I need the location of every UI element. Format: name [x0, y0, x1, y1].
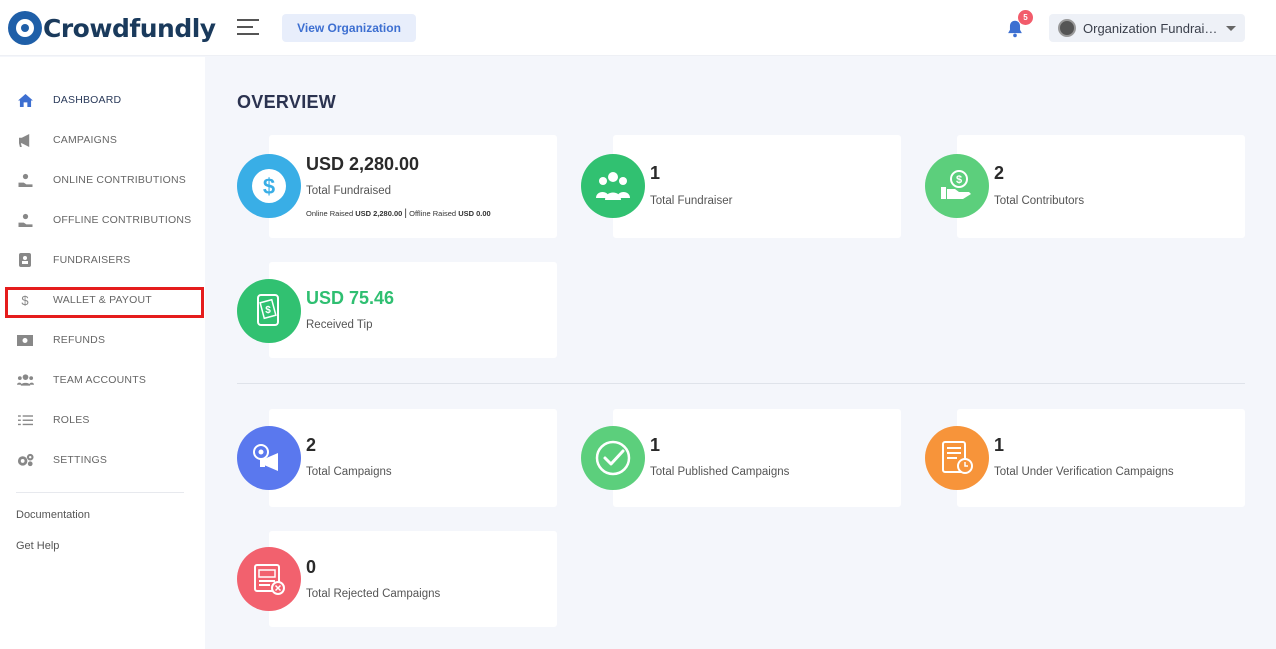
hand-coin-icon	[16, 172, 34, 188]
sidebar-item-roles[interactable]: ROLES	[16, 410, 89, 430]
svg-text:$: $	[265, 305, 271, 316]
organization-avatar	[1058, 19, 1076, 37]
contact-card-icon	[16, 252, 34, 268]
sidebar-item-label: ONLINE CONTRIBUTIONS	[53, 174, 186, 186]
total-fundraised-label: Total Fundraised	[306, 185, 392, 197]
cogs-icon	[16, 452, 34, 468]
received-tip-value: USD 75.46	[306, 288, 395, 308]
sidebar-item-label: FUNDRAISERS	[53, 254, 131, 266]
total-contributors-value: 2	[994, 163, 1005, 183]
megaphone-target-icon	[237, 426, 301, 490]
sidebar-item-refunds[interactable]: REFUNDS	[16, 330, 105, 350]
sidebar-item-online-contributions[interactable]: ONLINE CONTRIBUTIONS	[16, 170, 186, 190]
total-fundraiser-label: Total Fundraiser	[650, 195, 733, 207]
total-contributors-label: Total Contributors	[994, 195, 1085, 207]
sidebar-item-label: REFUNDS	[53, 334, 106, 346]
svg-text:$: $	[956, 174, 962, 186]
sidebar-item-campaigns[interactable]: CAMPAIGNS	[16, 130, 117, 150]
people-group-icon	[581, 154, 645, 218]
section-divider	[237, 383, 1245, 384]
get-help-link[interactable]: Get Help	[16, 540, 59, 552]
check-circle-icon	[581, 426, 645, 490]
organization-name: Organization Fundraising	[1083, 20, 1218, 36]
logo-mark-icon	[8, 11, 42, 45]
organization-dropdown[interactable]: Organization Fundraising	[1049, 14, 1245, 42]
total-fundraiser-value: 1	[650, 163, 661, 183]
sidebar-item-team-accounts[interactable]: TEAM ACCOUNTS	[16, 370, 146, 390]
sidebar-item-label: TEAM ACCOUNTS	[53, 374, 147, 386]
sidebar-item-dashboard[interactable]: DASHBOARD	[16, 90, 121, 110]
total-under-verification-label: Total Under Verification Campaigns	[994, 466, 1174, 478]
chevron-down-icon	[1226, 25, 1236, 31]
received-tip-card	[269, 262, 557, 358]
menu-toggle-icon[interactable]	[237, 19, 259, 35]
sidebar-item-fundraisers[interactable]: FUNDRAISERS	[16, 250, 130, 270]
page-title: OVERVIEW	[237, 92, 337, 112]
app-logo[interactable]: Crowdfundly	[8, 10, 216, 46]
raised-breakdown: Online Raised USD 2,280.00 | Offline Rai…	[306, 208, 491, 219]
app-name: Crowdfundly	[43, 13, 216, 43]
sidebar-item-offline-contributions[interactable]: OFFLINE CONTRIBUTIONS	[16, 210, 191, 230]
total-under-verification-value: 1	[994, 435, 1005, 455]
top-bar: Crowdfundly View Organization 5 Organiza…	[0, 0, 1276, 56]
received-tip-label: Received Tip	[306, 319, 373, 331]
home-icon	[16, 92, 34, 108]
total-published-label: Total Published Campaigns	[650, 466, 790, 478]
sidebar-item-settings[interactable]: SETTINGS	[16, 450, 107, 470]
total-rejected-label: Total Rejected Campaigns	[306, 588, 441, 600]
list-check-icon	[16, 412, 34, 428]
dollar-coin-icon: $	[237, 154, 301, 218]
total-published-value: 1	[650, 435, 661, 455]
money-bill-icon	[16, 332, 34, 348]
total-under-verification-card	[957, 409, 1245, 507]
hand-money-icon: $	[925, 154, 989, 218]
sidebar-item-label: DASHBOARD	[53, 94, 122, 106]
document-rejected-icon	[237, 547, 301, 611]
offline-raised-value: USD 0.00	[458, 209, 491, 218]
sidebar-item-label: CAMPAIGNS	[53, 134, 118, 146]
total-campaigns-value: 2	[306, 435, 317, 455]
total-rejected-card	[269, 531, 557, 627]
svg-text:$: $	[263, 174, 275, 199]
offline-raised-prefix: Offline Raised	[409, 209, 457, 218]
total-fundraiser-card	[613, 135, 901, 238]
documentation-link[interactable]: Documentation	[16, 509, 90, 521]
total-fundraised-value: USD 2,280.00	[306, 154, 420, 174]
total-contributors-card	[957, 135, 1245, 238]
sidebar-item-label: OFFLINE CONTRIBUTIONS	[53, 214, 192, 226]
total-campaigns-label: Total Campaigns	[306, 466, 392, 478]
view-organization-button[interactable]: View Organization	[282, 14, 416, 42]
total-rejected-value: 0	[306, 557, 317, 577]
total-published-card	[613, 409, 901, 507]
megaphone-icon	[16, 132, 34, 148]
highlight-box	[5, 287, 204, 318]
sidebar-divider	[16, 492, 184, 493]
online-raised-value: USD 2,280.00	[355, 209, 403, 218]
sidebar-item-label: ROLES	[53, 414, 90, 426]
document-clock-icon	[925, 426, 989, 490]
sidebar-item-label: SETTINGS	[53, 454, 108, 466]
tip-cash-icon: $	[237, 279, 301, 343]
online-raised-prefix: Online Raised	[306, 209, 354, 218]
sidebar: DASHBOARD CAMPAIGNS ONLINE CONTRIBUTIONS…	[0, 57, 205, 649]
users-icon	[16, 372, 34, 388]
breakdown-separator: |	[404, 208, 408, 219]
total-campaigns-card	[269, 409, 557, 507]
notification-count-badge: 5	[1018, 10, 1033, 25]
hand-coin-icon	[16, 212, 34, 228]
